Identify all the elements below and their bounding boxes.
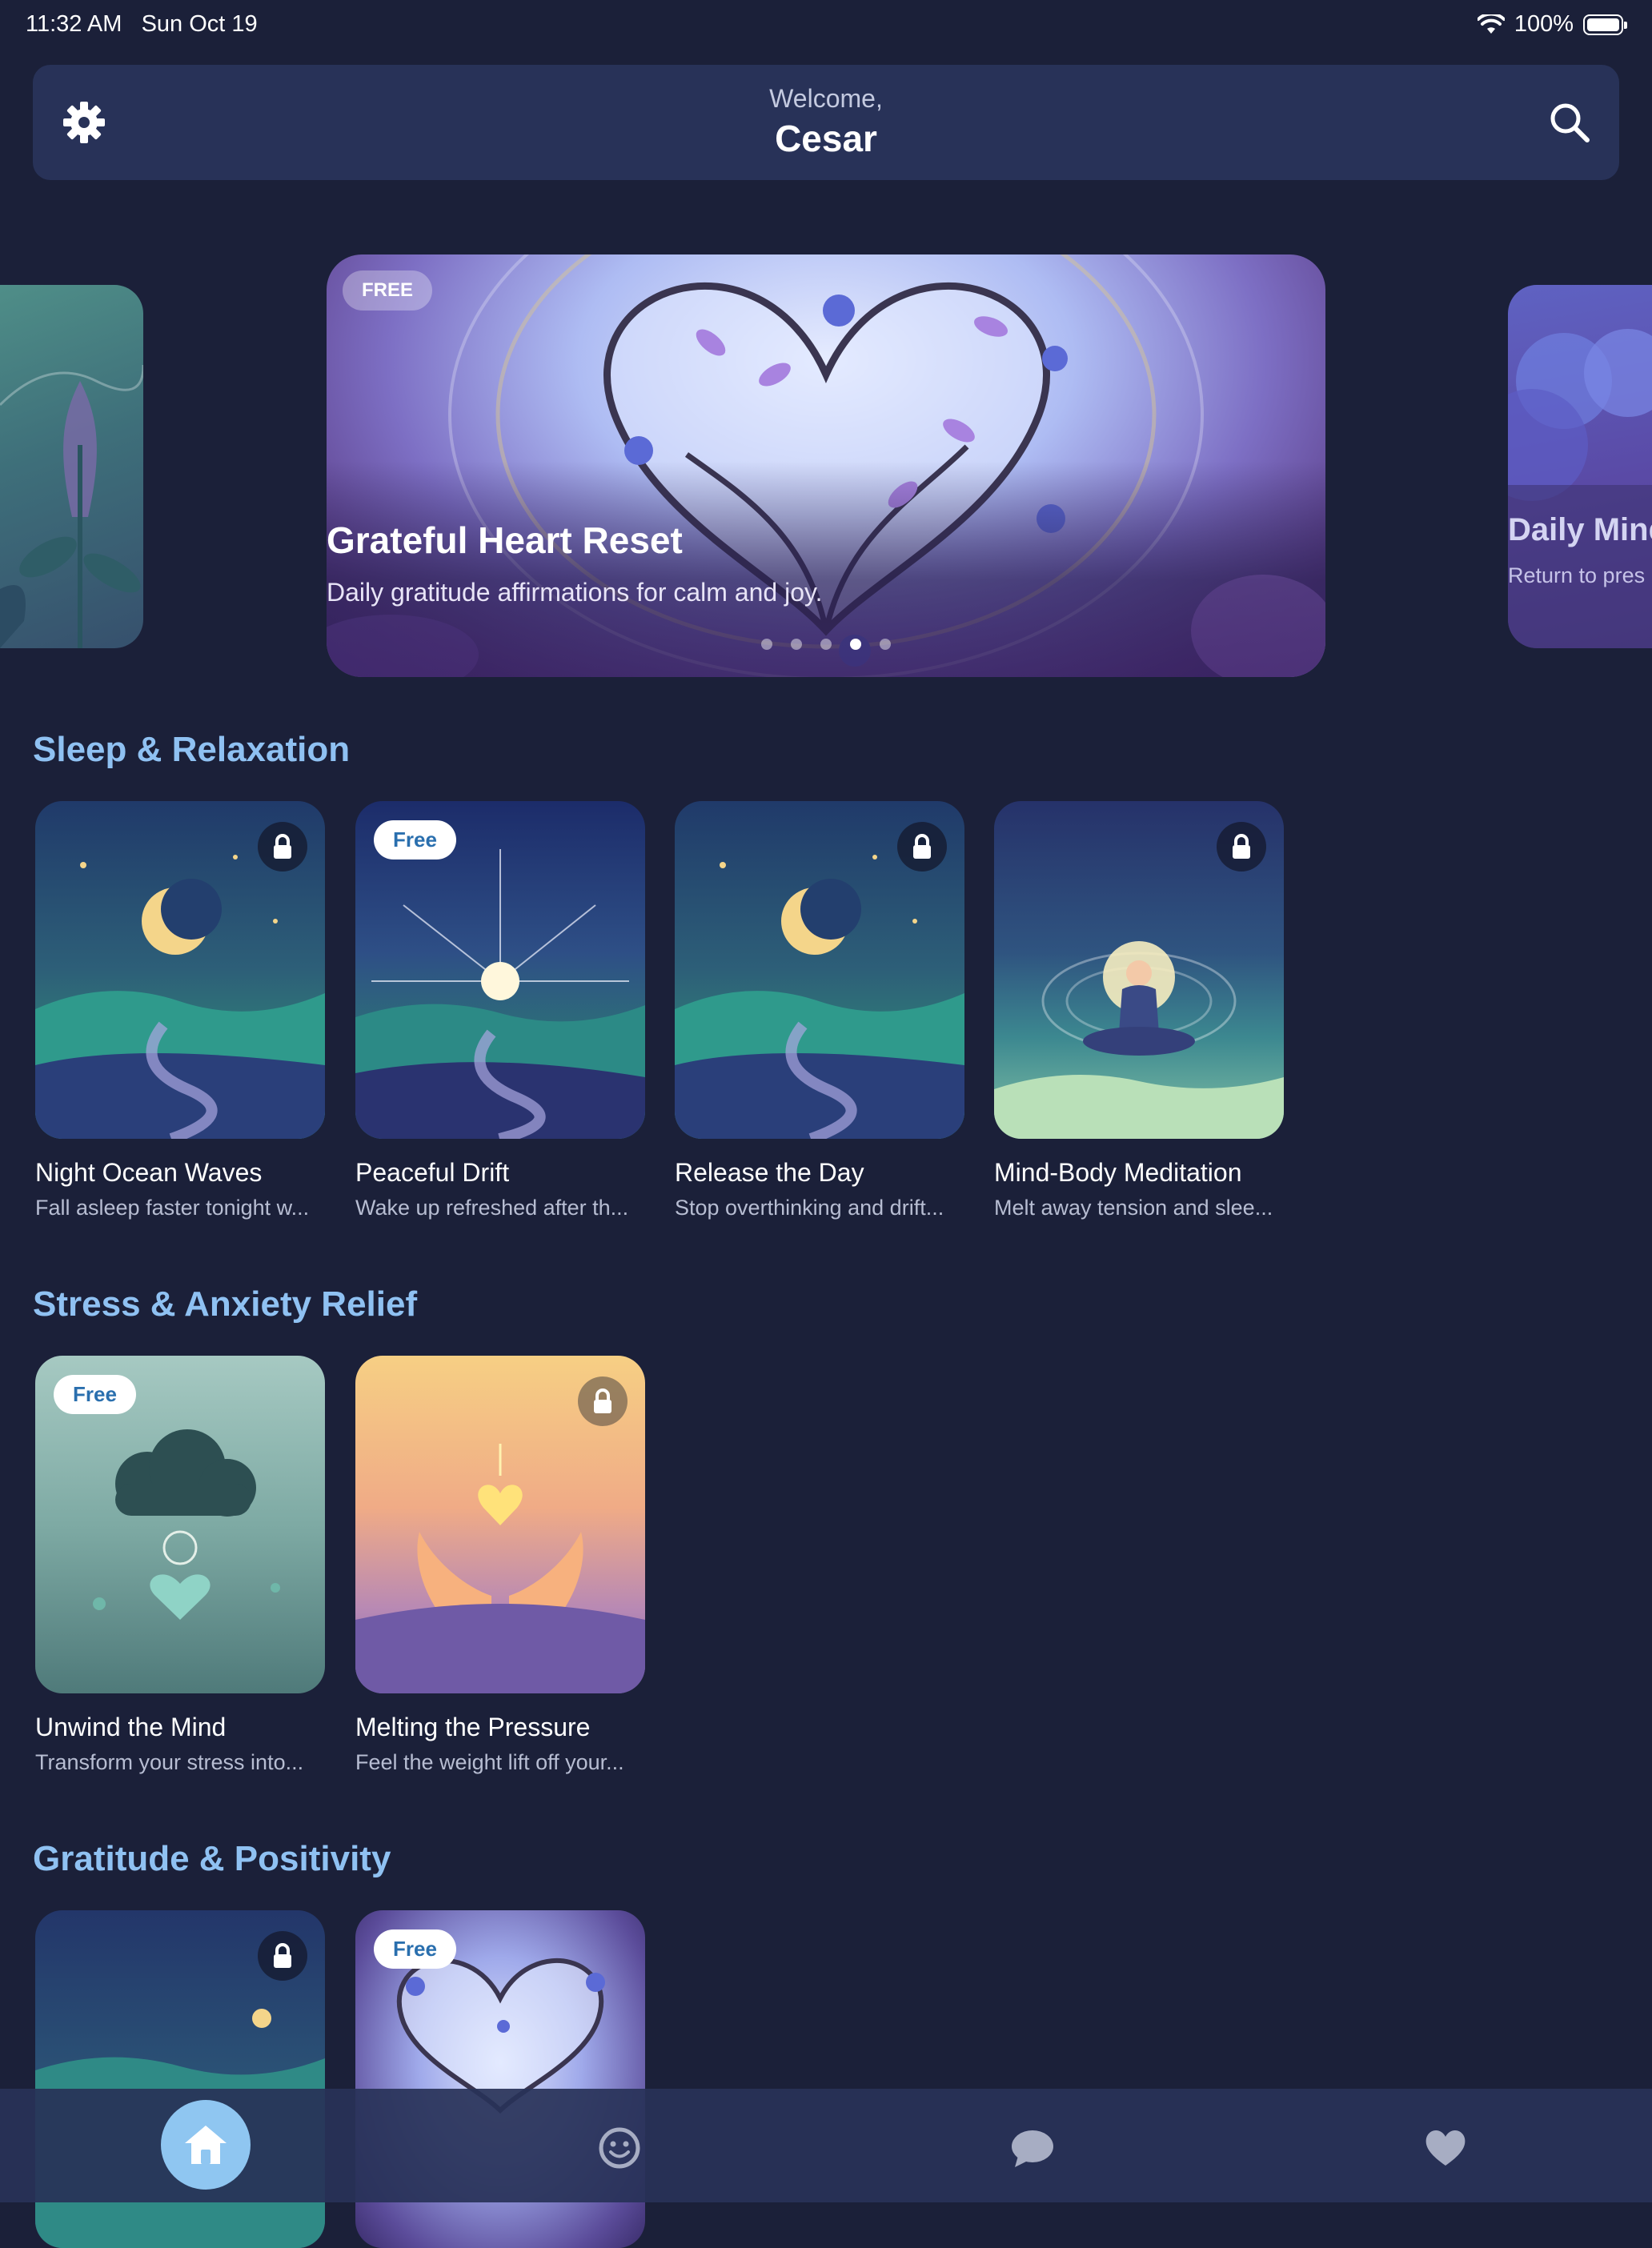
home-icon bbox=[185, 2126, 227, 2164]
search-icon[interactable] bbox=[1546, 98, 1594, 146]
card-title: Mind-Body Meditation bbox=[994, 1158, 1242, 1187]
card-title: Peaceful Drift bbox=[355, 1158, 510, 1187]
session-card[interactable]: Mind-Body Meditation Melt away tension a… bbox=[994, 801, 1284, 1220]
welcome-header: Welcome, Cesar bbox=[33, 65, 1619, 180]
next-card-subtitle: Return to pres bbox=[1508, 563, 1646, 587]
carousel-featured-card[interactable]: FREE Grateful Heart Reset Daily gratitud… bbox=[327, 254, 1325, 677]
battery-icon bbox=[1583, 14, 1627, 35]
user-name: Cesar bbox=[775, 118, 877, 159]
card-image-peaceful-drift: Free bbox=[355, 801, 645, 1139]
card-subtitle: Stop overthinking and drift... bbox=[675, 1196, 944, 1220]
hero-subtitle: Daily gratitude affirmations for calm an… bbox=[327, 578, 823, 607]
card-subtitle: Wake up refreshed after th... bbox=[355, 1196, 629, 1220]
section-title-stress: Stress & Anxiety Relief bbox=[33, 1284, 418, 1324]
page-dot[interactable] bbox=[820, 639, 832, 650]
card-subtitle: Melt away tension and slee... bbox=[994, 1196, 1273, 1220]
cloud-illustration bbox=[1508, 329, 1652, 648]
session-card[interactable]: Free Unwind the Mind Transform your stre… bbox=[35, 1356, 325, 1775]
page-dot[interactable] bbox=[761, 639, 772, 650]
next-card-title: Daily Mind bbox=[1508, 512, 1652, 547]
hero-title: Grateful Heart Reset bbox=[327, 519, 683, 561]
carousel-page-indicator[interactable] bbox=[327, 639, 1325, 650]
card-image-melting-pressure bbox=[355, 1356, 645, 1693]
section-title-sleep: Sleep & Relaxation bbox=[33, 730, 351, 769]
session-card[interactable]: Night Ocean Waves Fall asleep faster ton… bbox=[35, 801, 325, 1220]
status-indicators: 100% bbox=[1477, 11, 1627, 38]
card-image-mind-body bbox=[994, 801, 1284, 1139]
card-subtitle: Transform your stress into... bbox=[35, 1750, 304, 1774]
chat-icon[interactable] bbox=[1010, 2126, 1055, 2170]
free-badge: Free bbox=[374, 1929, 456, 1969]
lock-icon bbox=[1217, 822, 1266, 872]
page-dot-active[interactable] bbox=[850, 639, 861, 650]
section-title-gratitude: Gratitude & Positivity bbox=[33, 1839, 391, 1878]
tab-bar bbox=[0, 2089, 1652, 2202]
lock-icon bbox=[897, 822, 947, 872]
heart-icon[interactable] bbox=[1423, 2126, 1468, 2170]
battery-percent: 100% bbox=[1514, 11, 1574, 37]
lock-icon bbox=[258, 822, 307, 872]
session-card[interactable]: Free Peaceful Drift Wake up refreshed af… bbox=[355, 801, 645, 1220]
lock-icon bbox=[578, 1376, 628, 1426]
card-image-night-ocean bbox=[35, 801, 325, 1139]
status-date: Sun Oct 19 bbox=[141, 11, 258, 37]
session-card[interactable]: Melting the Pressure Feel the weight lif… bbox=[355, 1356, 645, 1775]
card-title: Melting the Pressure bbox=[355, 1713, 591, 1741]
page-dot[interactable] bbox=[880, 639, 891, 650]
free-badge: Free bbox=[54, 1375, 136, 1414]
session-card[interactable]: Release the Day Stop overthinking and dr… bbox=[675, 801, 964, 1220]
flower-illustration bbox=[0, 365, 143, 648]
carousel-card-next[interactable]: Daily Mind Return to pres bbox=[1508, 285, 1652, 648]
smiley-icon[interactable] bbox=[597, 2126, 642, 2170]
card-subtitle: Feel the weight lift off your... bbox=[355, 1750, 624, 1774]
wifi-icon bbox=[1477, 14, 1505, 34]
status-time-date: 11:32 AM Sun Oct 19 bbox=[26, 11, 258, 38]
card-image-release-day bbox=[675, 801, 964, 1139]
welcome-label: Welcome, bbox=[769, 84, 883, 113]
free-badge: FREE bbox=[343, 270, 433, 311]
carousel-card-previous[interactable] bbox=[0, 285, 143, 648]
tab-home[interactable] bbox=[161, 2100, 251, 2190]
card-title: Night Ocean Waves bbox=[35, 1158, 263, 1187]
free-badge: Free bbox=[374, 820, 456, 860]
card-title: Release the Day bbox=[675, 1158, 864, 1187]
lock-icon bbox=[258, 1931, 307, 1981]
card-subtitle: Fall asleep faster tonight w... bbox=[35, 1196, 310, 1220]
card-image-unwind: Free bbox=[35, 1356, 325, 1693]
card-title: Unwind the Mind bbox=[35, 1713, 227, 1741]
page-dot[interactable] bbox=[791, 639, 802, 650]
status-time: 11:32 AM bbox=[26, 11, 122, 37]
